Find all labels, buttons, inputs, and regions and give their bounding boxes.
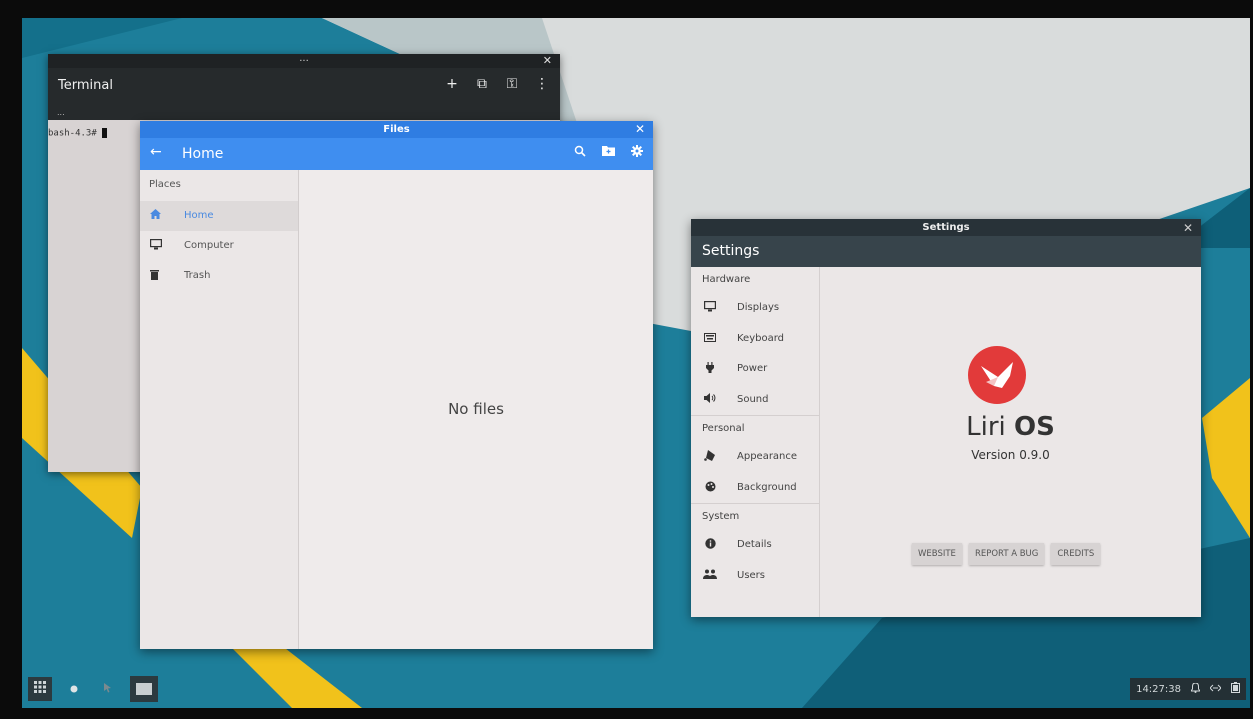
liri-logo: [968, 346, 1026, 404]
settings-window[interactable]: Settings ✕ Settings Hardware Displays Ke…: [691, 219, 1201, 617]
new-tab-icon[interactable]: +: [444, 76, 460, 92]
sidebar-item-power[interactable]: Power: [691, 354, 819, 385]
users-icon: [703, 569, 717, 582]
files-location: Home: [182, 146, 224, 162]
battery-icon[interactable]: [1231, 682, 1240, 696]
sidebar-item-label: Keyboard: [737, 332, 785, 344]
sidebar-item-sound[interactable]: Sound: [691, 385, 819, 416]
files-window-title: Files: [383, 124, 410, 135]
sound-icon: [703, 392, 717, 406]
keyboard-icon: [703, 332, 717, 345]
taskbar-window-button[interactable]: [130, 676, 158, 702]
new-folder-icon[interactable]: [602, 145, 615, 160]
pointer-icon[interactable]: [96, 677, 120, 701]
sidebar-item-users[interactable]: Users: [691, 561, 819, 592]
terminal-cursor: [102, 128, 108, 138]
settings-title: Settings: [702, 243, 760, 259]
files-content-area[interactable]: No files: [299, 170, 653, 649]
sidebar-item-label: Appearance: [737, 451, 798, 462]
credits-button[interactable]: CREDITS: [1051, 543, 1101, 565]
window-icon: [136, 683, 152, 695]
shell-panel: 14:27:38: [22, 668, 1250, 708]
os-name-bold: OS: [1014, 412, 1055, 442]
display-icon: [703, 301, 717, 315]
terminal-tab-indicator[interactable]: ...: [57, 108, 65, 117]
key-icon[interactable]: ⚿: [504, 76, 520, 92]
new-window-icon[interactable]: ⧉: [474, 76, 490, 92]
sidebar-item-label: Home: [184, 210, 214, 221]
notification-bell-icon[interactable]: [1190, 681, 1201, 696]
computer-icon: [150, 239, 163, 253]
sidebar-item-computer[interactable]: Computer: [140, 231, 298, 261]
os-version: Version 0.9.0: [971, 448, 1050, 462]
empty-state-text: No files: [448, 400, 504, 418]
sidebar-item-label: Details: [737, 539, 772, 550]
palette-icon: [703, 481, 717, 495]
info-icon: [703, 538, 717, 552]
power-icon: [703, 362, 717, 376]
sidebar-item-background[interactable]: Background: [691, 473, 819, 504]
sidebar-item-displays[interactable]: Displays: [691, 293, 819, 324]
terminal-prompt: bash-4.3#: [48, 128, 103, 139]
back-arrow-icon[interactable]: ←: [150, 144, 162, 160]
section-heading-system: System: [702, 511, 740, 522]
terminal-titlebar-text: ...: [299, 53, 309, 64]
desktop: ... ✕ Terminal ... + ⧉ ⚿ ⋮ bash-4.3# Fil…: [22, 18, 1250, 708]
files-titlebar[interactable]: Files ✕: [140, 121, 653, 138]
files-window[interactable]: Files ✕ ← Home Places Home Computer Tras…: [140, 121, 653, 649]
settings-titlebar[interactable]: Settings ✕: [691, 219, 1201, 236]
sidebar-item-label: Sound: [737, 393, 769, 405]
files-close-icon[interactable]: ✕: [635, 121, 645, 138]
settings-details-pane: Liri OS Version 0.9.0 WEBSITE REPORT A B…: [820, 267, 1201, 617]
section-heading-personal: Personal: [702, 423, 745, 434]
menu-icon[interactable]: ⋮: [534, 76, 550, 92]
settings-close-icon[interactable]: ✕: [1183, 220, 1193, 237]
bird-icon: [981, 362, 1013, 388]
system-tray[interactable]: 14:27:38: [1130, 678, 1246, 700]
appearance-icon: [703, 450, 717, 464]
trash-icon: [150, 269, 162, 283]
website-button[interactable]: WEBSITE: [912, 543, 962, 565]
search-icon[interactable]: [574, 145, 586, 160]
grid-icon: [34, 681, 46, 693]
settings-gear-icon[interactable]: [631, 145, 643, 160]
sidebar-item-label: Trash: [184, 270, 211, 281]
files-appbar: ← Home: [140, 138, 653, 170]
places-heading: Places: [149, 179, 181, 190]
sidebar-item-trash[interactable]: Trash: [140, 261, 298, 291]
sidebar-item-keyboard[interactable]: Keyboard: [691, 324, 819, 355]
sidebar-item-details[interactable]: Details: [691, 530, 819, 561]
terminal-title: Terminal: [58, 78, 113, 93]
os-name: Liri OS: [820, 412, 1201, 442]
sidebar-item-label: Users: [737, 569, 766, 581]
settings-appbar: Settings: [691, 236, 1201, 267]
terminal-titlebar[interactable]: ... ✕: [48, 54, 560, 68]
os-name-light: Liri: [966, 412, 1015, 442]
app-launcher-button[interactable]: [28, 677, 52, 701]
settings-window-title: Settings: [922, 222, 970, 233]
files-sidebar: Places Home Computer Trash: [140, 170, 299, 649]
about-buttons: WEBSITE REPORT A BUG CREDITS: [912, 543, 1101, 565]
report-bug-button[interactable]: REPORT A BUG: [968, 543, 1045, 565]
terminal-close-icon[interactable]: ✕: [543, 55, 552, 66]
clock[interactable]: 14:27:38: [1136, 684, 1181, 695]
sidebar-item-label: Displays: [737, 302, 780, 313]
sidebar-item-appearance[interactable]: Appearance: [691, 442, 819, 473]
sidebar-item-home[interactable]: Home: [140, 201, 298, 231]
home-icon: [150, 209, 162, 222]
sidebar-item-label: Background: [737, 481, 797, 493]
network-icon[interactable]: [1209, 684, 1222, 695]
indicator-dot-icon[interactable]: [62, 677, 86, 701]
terminal-toolbar: Terminal ... + ⧉ ⚿ ⋮: [48, 68, 560, 120]
sidebar-item-label: Power: [737, 363, 768, 374]
section-heading-hardware: Hardware: [702, 274, 751, 285]
settings-sidebar: Hardware Displays Keyboard Power Sound P…: [691, 267, 820, 617]
sidebar-item-label: Computer: [184, 240, 234, 251]
